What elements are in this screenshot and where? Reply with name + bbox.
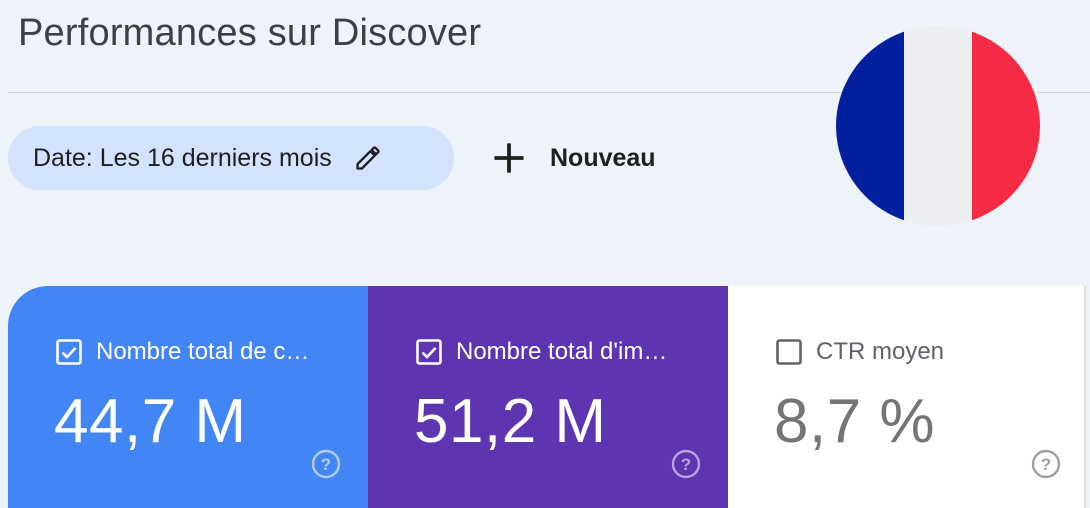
new-filter-label: Nouveau <box>550 143 656 172</box>
flag-band-blue <box>836 26 904 226</box>
checkbox-checked-icon[interactable] <box>416 339 442 365</box>
date-filter-chip[interactable]: Date: Les 16 derniers mois <box>8 126 454 190</box>
pencil-icon[interactable] <box>354 144 382 172</box>
metric-label: CTR moyen <box>816 338 945 365</box>
flag-band-red <box>972 26 1040 226</box>
metric-value: 44,7 M <box>54 387 247 456</box>
metric-card-ctr[interactable]: CTR moyen 8,7 % ? <box>728 286 1086 508</box>
page-title: Performances sur Discover <box>18 12 482 54</box>
metric-cards: Nombre total de c… 44,7 M ? Nombre total… <box>8 286 1086 508</box>
metric-label: Nombre total d'im… <box>456 338 668 365</box>
metric-card-header: CTR moyen <box>776 338 944 366</box>
metric-label: Nombre total de c… <box>96 338 310 365</box>
help-circle-icon[interactable]: ? <box>670 448 702 480</box>
metric-value: 51,2 M <box>414 387 607 456</box>
help-circle-icon[interactable]: ? <box>310 448 342 480</box>
metric-card-header: Nombre total de c… <box>56 338 309 366</box>
metric-value: 8,7 % <box>774 387 936 456</box>
date-filter-label: Date: Les 16 derniers mois <box>33 143 332 172</box>
new-filter-button[interactable]: Nouveau <box>490 126 656 190</box>
flag-band-white <box>904 26 972 226</box>
svg-text:?: ? <box>321 455 331 474</box>
metric-card-clicks[interactable]: Nombre total de c… 44,7 M ? <box>8 286 368 508</box>
metric-card-header: Nombre total d'im… <box>416 338 667 366</box>
checkbox-checked-icon[interactable] <box>56 339 82 365</box>
help-circle-icon[interactable]: ? <box>1030 448 1062 480</box>
checkbox-unchecked-icon[interactable] <box>776 339 802 365</box>
plus-icon <box>494 143 524 173</box>
france-flag-icon <box>836 26 1040 226</box>
metric-card-impressions[interactable]: Nombre total d'im… 51,2 M ? <box>368 286 728 508</box>
svg-text:?: ? <box>681 455 691 474</box>
svg-text:?: ? <box>1041 455 1051 474</box>
